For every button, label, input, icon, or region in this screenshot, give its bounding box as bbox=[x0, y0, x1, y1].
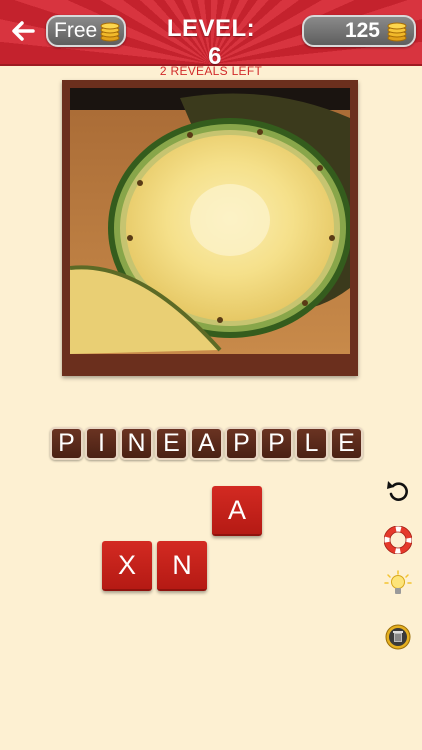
remove-letters-button[interactable] bbox=[384, 623, 412, 651]
lifebuoy-icon bbox=[384, 526, 412, 554]
lightbulb-icon bbox=[384, 570, 412, 594]
top-bar: Free LEVEL: 6 125 bbox=[0, 0, 422, 70]
letter-tile[interactable]: N bbox=[157, 541, 207, 591]
letter-tile[interactable]: A bbox=[212, 486, 262, 536]
puzzle-picture-frame bbox=[62, 80, 358, 376]
hint-button[interactable] bbox=[384, 570, 412, 598]
coin-stack-icon bbox=[387, 22, 407, 42]
pineapple-photo bbox=[70, 88, 350, 354]
help-button[interactable] bbox=[384, 526, 412, 554]
free-label: Free bbox=[54, 19, 98, 42]
level-indicator: LEVEL: 6 bbox=[160, 15, 262, 71]
letter-tile[interactable]: X bbox=[102, 541, 152, 591]
answer-tile[interactable]: E bbox=[330, 427, 363, 460]
undo-button[interactable] bbox=[384, 476, 412, 504]
reveals-left-text: 2 REVEALS LEFT bbox=[159, 64, 263, 78]
level-label: LEVEL: bbox=[166, 15, 256, 42]
trash-icon bbox=[385, 624, 411, 650]
coin-count: 125 bbox=[344, 19, 380, 42]
coin-stack-icon bbox=[100, 22, 120, 42]
answer-tile[interactable]: P bbox=[260, 427, 293, 460]
back-button[interactable] bbox=[6, 14, 40, 48]
free-coins-button[interactable]: Free bbox=[46, 15, 126, 47]
answer-tile[interactable]: I bbox=[85, 427, 118, 460]
coin-balance-button[interactable]: 125 bbox=[302, 15, 416, 47]
undo-icon bbox=[387, 481, 408, 501]
answer-tile[interactable]: L bbox=[295, 427, 328, 460]
answer-tile[interactable]: P bbox=[225, 427, 258, 460]
answer-slots: P I N E A P P L E bbox=[50, 427, 363, 460]
back-arrow-icon bbox=[12, 21, 35, 41]
answer-tile[interactable]: N bbox=[120, 427, 153, 460]
answer-tile[interactable]: A bbox=[190, 427, 223, 460]
puzzle-picture bbox=[70, 88, 350, 354]
answer-tile[interactable]: P bbox=[50, 427, 83, 460]
answer-tile[interactable]: E bbox=[155, 427, 188, 460]
